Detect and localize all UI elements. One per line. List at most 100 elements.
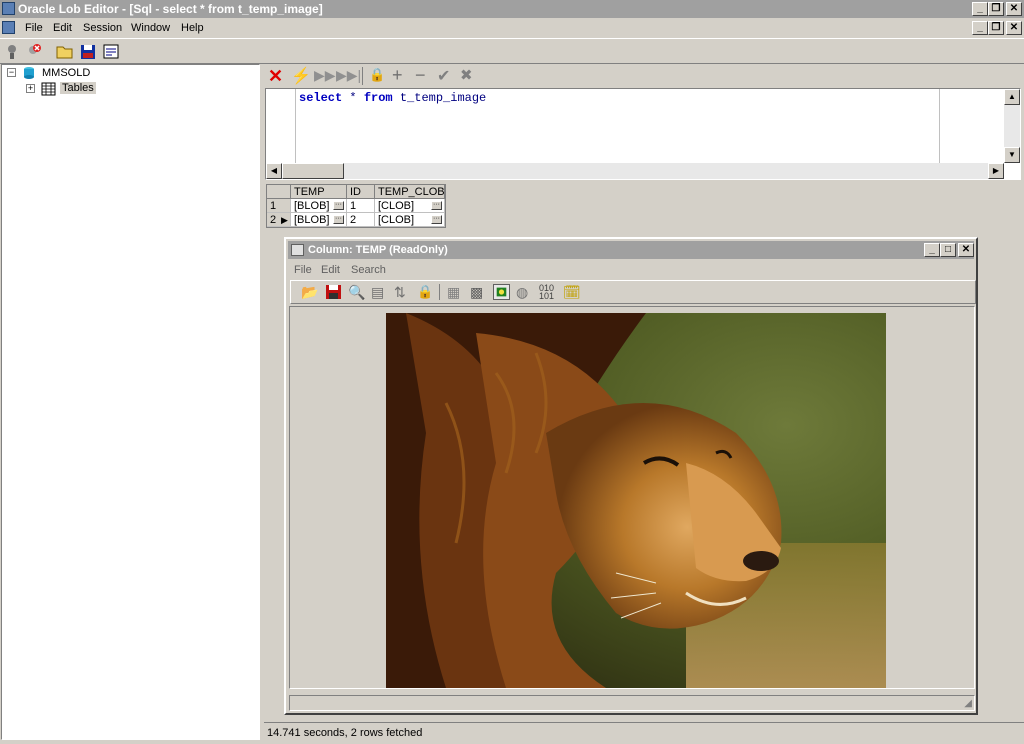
minimize-button[interactable]: _ bbox=[972, 2, 988, 16]
lock-icon[interactable]: 🔒 bbox=[417, 284, 434, 300]
child-minimize-button[interactable]: _ bbox=[924, 243, 940, 257]
restore-button[interactable]: ❐ bbox=[988, 2, 1004, 16]
scroll-down-arrow[interactable]: ▼ bbox=[1004, 147, 1020, 163]
table-cell[interactable]: 1 bbox=[347, 199, 375, 213]
child-close-button[interactable]: ✕ bbox=[958, 243, 974, 257]
menu-session[interactable]: Session bbox=[83, 18, 122, 38]
editor-gutter bbox=[266, 89, 296, 163]
lock-icon[interactable]: 🔒 bbox=[369, 67, 385, 83]
scroll-up-arrow[interactable]: ▲ bbox=[1004, 89, 1020, 105]
delete-row-icon[interactable]: − bbox=[415, 65, 426, 86]
table-cell[interactable]: 2 bbox=[347, 213, 375, 227]
close-button[interactable]: ✕ bbox=[1006, 2, 1022, 16]
properties-icon[interactable] bbox=[102, 43, 120, 60]
rollback-icon[interactable]: ✖ bbox=[460, 66, 473, 84]
column-viewer-window: Column: TEMP (ReadOnly) _ □ ✕ File Edit … bbox=[284, 237, 978, 715]
menu-file[interactable]: File bbox=[25, 18, 43, 38]
toolbar-separator bbox=[362, 67, 363, 85]
sql-star: * bbox=[349, 91, 357, 105]
mdi-restore-button[interactable]: ❐ bbox=[988, 21, 1004, 35]
export-icon[interactable]: 🗓 bbox=[563, 284, 581, 300]
child-window-icon bbox=[291, 244, 304, 256]
cell-value: [CLOB] bbox=[378, 200, 415, 212]
object-tree: − MMSOLD + Tables bbox=[1, 64, 260, 740]
table-cell[interactable]: [BLOB] ··· bbox=[291, 213, 347, 227]
results-grid: TEMP ID TEMP_CLOB 1 [BLOB] ··· 1 [CLOB] ··… bbox=[266, 184, 446, 228]
disconnect-icon[interactable] bbox=[25, 43, 43, 60]
child-menu-file[interactable]: File bbox=[294, 261, 312, 279]
find-next-icon[interactable]: ▤ bbox=[371, 284, 388, 300]
open-folder-icon[interactable] bbox=[56, 43, 74, 60]
editor-margin-line bbox=[939, 89, 940, 163]
vertical-scrollbar[interactable]: ▲ ▼ bbox=[1004, 89, 1020, 163]
sql-keyword-from: from bbox=[363, 91, 393, 105]
scroll-left-arrow[interactable]: ◀ bbox=[266, 163, 282, 179]
next-icon[interactable]: ▶▶ bbox=[314, 67, 336, 84]
grid-header-temp[interactable]: TEMP bbox=[291, 185, 347, 199]
child-menu-search[interactable]: Search bbox=[351, 261, 386, 279]
child-menu-bar: File Edit Search bbox=[288, 261, 974, 279]
mdi-close-button[interactable]: ✕ bbox=[1006, 21, 1022, 35]
child-status-bar: ◢ bbox=[289, 695, 975, 711]
status-text: 14.741 seconds, 2 rows fetched bbox=[267, 727, 423, 739]
save-icon[interactable] bbox=[79, 43, 97, 60]
menu-edit[interactable]: Edit bbox=[53, 18, 72, 38]
image-view-icon[interactable] bbox=[493, 284, 510, 300]
grid-header-temp-clob[interactable]: TEMP_CLOB bbox=[375, 185, 445, 199]
status-bar: 14.741 seconds, 2 rows fetched bbox=[264, 722, 1024, 742]
mdi-minimize-button[interactable]: _ bbox=[972, 21, 988, 35]
ellipsis-button[interactable]: ··· bbox=[431, 201, 442, 210]
sql-table-name: t_temp_image bbox=[399, 91, 487, 105]
child-maximize-button[interactable]: □ bbox=[940, 243, 956, 257]
search-icon[interactable]: 🔍 bbox=[348, 284, 365, 300]
replace-icon[interactable]: ⇅ bbox=[394, 284, 411, 300]
ellipsis-button[interactable]: ··· bbox=[333, 215, 344, 224]
sql-keyword-select: select bbox=[299, 91, 343, 105]
current-row-indicator-icon: ▶ bbox=[281, 215, 288, 225]
horizontal-scrollbar[interactable]: ◀ ▶ bbox=[266, 163, 1004, 179]
scroll-thumb[interactable] bbox=[282, 163, 344, 179]
last-icon[interactable]: ▶▶| bbox=[336, 67, 361, 84]
ellipsis-button[interactable]: ··· bbox=[333, 201, 344, 210]
ellipsis-button[interactable]: ··· bbox=[431, 215, 442, 224]
commit-icon[interactable]: ✔ bbox=[437, 66, 450, 86]
hex-view-icon[interactable]: ▩ bbox=[470, 284, 487, 300]
window-title: Oracle Lob Editor - [Sql - select * from… bbox=[18, 2, 323, 16]
connect-icon[interactable] bbox=[3, 43, 21, 60]
save-icon[interactable] bbox=[325, 284, 342, 300]
grid-header-id[interactable]: ID bbox=[347, 185, 375, 199]
sql-text[interactable]: select * from t_temp_image bbox=[299, 91, 486, 105]
menu-bar: File Edit Session Window Help _ ❐ ✕ bbox=[0, 18, 1024, 38]
open-icon[interactable]: 📂 bbox=[301, 284, 318, 300]
grid-corner bbox=[267, 185, 291, 199]
tree-item-tables[interactable]: Tables bbox=[60, 82, 96, 94]
table-icon bbox=[41, 82, 56, 96]
sql-toolbar: ✕ ⚡ ▶▶ ▶▶| 🔒 + − ✔ ✖ bbox=[264, 65, 1024, 87]
resize-grip-icon[interactable]: ◢ bbox=[964, 698, 972, 709]
row-number: 1 bbox=[267, 199, 291, 213]
child-menu-edit[interactable]: Edit bbox=[321, 261, 340, 279]
child-toolbar: 📂 🔍 ▤ ⇅ 🔒 ▦ ▩ ◍ 010 101 🗓 bbox=[290, 280, 976, 304]
sql-editor[interactable]: select * from t_temp_image ▲ ▼ ◀ ▶ bbox=[265, 88, 1021, 180]
lion-photo bbox=[386, 313, 886, 688]
menu-help[interactable]: Help bbox=[181, 18, 204, 38]
cancel-icon[interactable]: ✕ bbox=[268, 66, 283, 87]
execute-icon[interactable]: ⚡ bbox=[291, 66, 311, 86]
cell-value: [BLOB] bbox=[294, 200, 330, 212]
app-icon bbox=[2, 2, 15, 15]
add-row-icon[interactable]: + bbox=[392, 65, 403, 86]
lion-image bbox=[386, 313, 886, 688]
media-icon[interactable]: ◍ bbox=[516, 284, 533, 300]
scroll-right-arrow[interactable]: ▶ bbox=[988, 163, 1004, 179]
row-number: 2 ▶ bbox=[267, 213, 291, 227]
table-cell[interactable]: [CLOB] ··· bbox=[375, 213, 445, 227]
menu-window[interactable]: Window bbox=[131, 18, 170, 38]
collapse-toggle[interactable]: − bbox=[7, 68, 16, 77]
text-view-icon[interactable]: ▦ bbox=[447, 284, 464, 300]
expand-toggle[interactable]: + bbox=[26, 84, 35, 93]
tree-root-label[interactable]: MMSOLD bbox=[42, 67, 90, 79]
binary-icon[interactable]: 010 101 bbox=[539, 284, 556, 301]
image-viewer-pane bbox=[289, 306, 975, 689]
table-cell[interactable]: [CLOB] ··· bbox=[375, 199, 445, 213]
table-cell[interactable]: [BLOB] ··· bbox=[291, 199, 347, 213]
